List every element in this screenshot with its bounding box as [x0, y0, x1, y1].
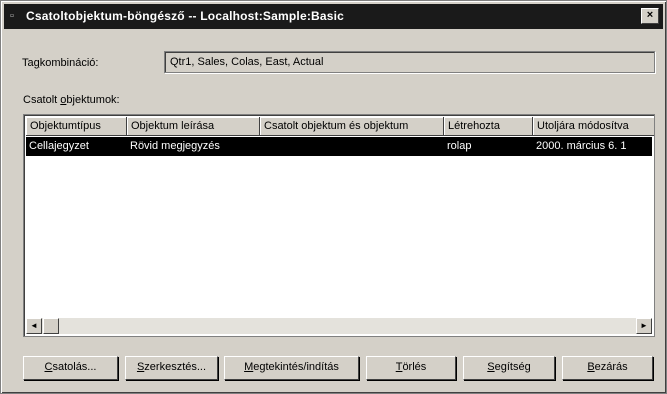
member-combination-field[interactable]: Qtr1, Sales, Colas, East, Actual — [164, 51, 655, 73]
cell-object-description: Rövid megjegyzés — [130, 140, 220, 152]
scroll-left-button[interactable]: ◄ — [26, 318, 42, 334]
help-button[interactable]: Segítség — [463, 356, 555, 380]
column-header-object-type[interactable]: Objektumtípus — [26, 117, 127, 136]
column-header-created-by[interactable]: Létrehozta — [444, 117, 533, 136]
cell-object-type: Cellajegyzet — [29, 140, 89, 152]
arrow-right-icon: ► — [640, 321, 648, 330]
close-dialog-button[interactable]: Bezárás — [562, 356, 653, 380]
column-header-object-description[interactable]: Objektum leírása — [127, 117, 260, 136]
column-header-linked-object[interactable]: Csatolt objektum és objektum — [260, 117, 444, 136]
member-combination-value: Qtr1, Sales, Colas, East, Actual — [170, 56, 324, 68]
link-button[interactable]: Csatolás... — [23, 356, 118, 380]
cell-created-by: rolap — [447, 140, 472, 152]
member-combination-label: Tagkombináció: — [22, 57, 99, 69]
scroll-thumb[interactable] — [43, 318, 59, 334]
close-button[interactable]: × — [641, 8, 659, 24]
column-header-last-modified[interactable]: Utoljára módosítva — [533, 117, 654, 136]
arrow-left-icon: ◄ — [30, 321, 38, 330]
linked-object-browser-window: ▫ Csatoltobjektum-böngésző -- Localhost:… — [0, 0, 667, 394]
cell-last-modified: 2000. március 6. 1 — [536, 140, 627, 152]
horizontal-scrollbar[interactable]: ◄ ► — [26, 318, 652, 334]
scroll-right-button[interactable]: ► — [636, 318, 652, 334]
title-bar[interactable]: ▫ Csatoltobjektum-böngésző -- Localhost:… — [4, 4, 663, 29]
delete-button[interactable]: Törlés — [366, 356, 456, 380]
edit-button[interactable]: Szerkesztés... — [125, 356, 218, 380]
linked-objects-list[interactable]: Objektumtípus Objektum leírása Csatolt o… — [23, 114, 655, 337]
table-row[interactable]: Cellajegyzet Rövid megjegyzés rolap 2000… — [26, 137, 652, 156]
view-launch-button[interactable]: Megtekintés/indítás — [224, 356, 359, 380]
close-icon: × — [646, 9, 654, 21]
linked-objects-label: Csatolt objektumok: — [23, 94, 120, 106]
window-title: Csatoltobjektum-böngésző -- Localhost:Sa… — [26, 9, 345, 23]
window-icon: ▫ — [10, 10, 14, 22]
